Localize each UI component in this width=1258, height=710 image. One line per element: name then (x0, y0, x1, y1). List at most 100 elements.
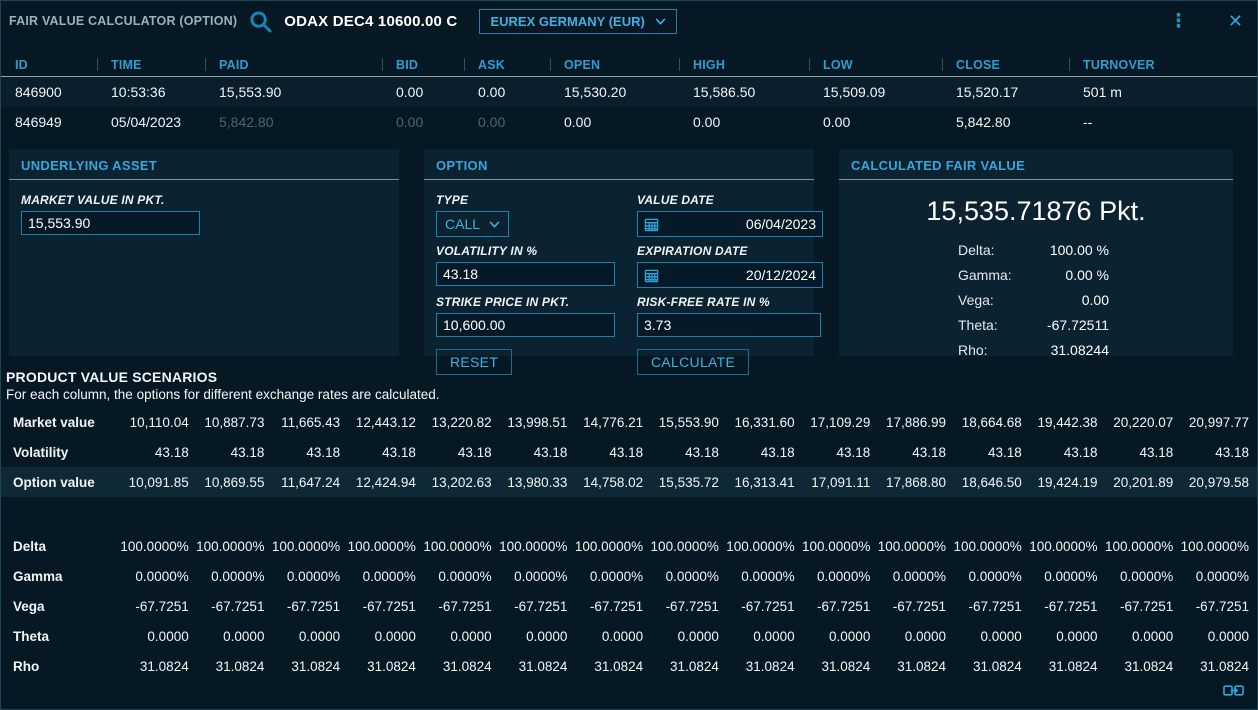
reset-button[interactable]: RESET (436, 349, 512, 375)
exchange-select[interactable]: EUREX GERMANY (EUR) (479, 9, 676, 34)
window-title: FAIR VALUE CALCULATOR (OPTION) (9, 14, 237, 28)
scenarios-subtitle: For each column, the options for differe… (6, 387, 1257, 402)
greek-value: 0.00 (1082, 292, 1109, 308)
scenario-cell: 0.0000% (946, 569, 1022, 584)
scenario-row-label: Vega (13, 599, 113, 614)
value-date-value: 06/04/2023 (746, 216, 816, 232)
risk-free-rate-input[interactable] (637, 313, 821, 337)
fair-value-result: 15,535.71876 Pkt. (851, 196, 1221, 227)
scenario-cell: 20,979.58 (1173, 475, 1249, 490)
fair-value-calculator-window: FAIR VALUE CALCULATOR (OPTION) ODAX DEC4… (0, 0, 1258, 710)
table-cell: -- (1083, 114, 1257, 130)
scenario-cell: -67.7251 (870, 599, 946, 614)
table-cell: 0.00 (564, 114, 693, 130)
scenario-cell: 0.0000% (1098, 569, 1174, 584)
scenario-cell: 0.0000% (1022, 569, 1098, 584)
scenario-cell: 17,886.99 (870, 415, 946, 430)
table-row[interactable]: 84694905/04/20235,842.800.000.000.000.00… (1, 107, 1257, 137)
close-icon[interactable]: ✕ (1228, 12, 1243, 30)
strike-price-label: STRIKE PRICE IN PKT. (436, 295, 621, 309)
scenario-row: Delta100.0000%100.0000%100.0000%100.0000… (1, 531, 1257, 561)
scenario-cell: 43.18 (870, 445, 946, 460)
scenario-row: Theta0.00000.00000.00000.00000.00000.000… (1, 621, 1257, 651)
scenario-row: Volatility43.1843.1843.1843.1843.1843.18… (1, 437, 1257, 467)
scenario-cell: 17,091.11 (795, 475, 871, 490)
expiration-date-label: EXPIRATION DATE (637, 244, 813, 258)
scenario-cell: 100.0000% (492, 539, 568, 554)
volatility-input[interactable] (436, 262, 615, 286)
scenario-row: Market value10,110.0410,887.7311,665.431… (1, 407, 1257, 437)
market-value-label: MARKET VALUE IN PKT. (21, 193, 387, 207)
scenario-cell: 31.0824 (643, 659, 719, 674)
type-label: TYPE (436, 193, 621, 207)
quote-table: IDTIMEPAIDBIDASKOPENHIGHLOWCLOSETURNOVER… (1, 53, 1257, 137)
scenario-cell: 100.0000% (795, 539, 871, 554)
strike-price-input[interactable] (436, 313, 615, 337)
scenario-cell: 100.0000% (643, 539, 719, 554)
chevron-down-icon (655, 18, 666, 25)
scenario-cell: 11,647.24 (264, 475, 340, 490)
scenario-cell: 100.0000% (340, 539, 416, 554)
scenario-cell: -67.7251 (946, 599, 1022, 614)
table-cell: 15,530.20 (564, 84, 693, 100)
scenario-cell: 0.0000 (643, 629, 719, 644)
exchange-select-value: EUREX GERMANY (EUR) (490, 14, 644, 29)
scenario-cell: 0.0000% (340, 569, 416, 584)
scenario-cell: 31.0824 (870, 659, 946, 674)
scenario-cell: 0.0000 (416, 629, 492, 644)
option-type-select[interactable]: CALL (436, 211, 509, 237)
scenario-cell: 0.0000% (719, 569, 795, 584)
scenario-cell: 19,442.38 (1022, 415, 1098, 430)
scenario-cell: 43.18 (340, 445, 416, 460)
calendar-icon (644, 268, 659, 283)
kebab-menu-icon[interactable]: ⋮ (1163, 12, 1194, 31)
table-cell: 15,586.50 (693, 84, 823, 100)
scenario-row-label: Option value (13, 475, 113, 490)
table-cell: 05/04/2023 (111, 114, 219, 130)
table-cell: 0.00 (396, 84, 478, 100)
column-header: TIME (111, 58, 219, 72)
quote-table-header: IDTIMEPAIDBIDASKOPENHIGHLOWCLOSETURNOVER (1, 53, 1257, 77)
scenario-cell: -67.7251 (416, 599, 492, 614)
expiration-date-value: 20/12/2024 (746, 267, 816, 283)
scenario-cell: 0.0000% (1173, 569, 1249, 584)
scenario-cell: 31.0824 (189, 659, 265, 674)
link-icon[interactable] (1223, 684, 1244, 702)
column-header: PAID (219, 58, 396, 72)
scenario-cell: 43.18 (1173, 445, 1249, 460)
table-cell: 501 m (1083, 84, 1257, 100)
search-icon[interactable] (249, 10, 272, 33)
value-date-input[interactable]: 06/04/2023 (637, 211, 823, 237)
scenario-cell: 0.0000% (264, 569, 340, 584)
scenario-cell: -67.7251 (264, 599, 340, 614)
risk-free-rate-label: RISK-FREE RATE IN % (637, 295, 813, 309)
scenario-cell: 15,535.72 (643, 475, 719, 490)
table-row[interactable]: 84690010:53:3615,553.900.000.0015,530.20… (1, 77, 1257, 107)
scenario-cell: 13,980.33 (492, 475, 568, 490)
greek-value: 31.08244 (1051, 342, 1109, 358)
table-cell: 15,553.90 (219, 84, 396, 100)
calculate-button[interactable]: CALCULATE (637, 349, 749, 375)
column-header: HIGH (693, 58, 823, 72)
scenario-row-label: Market value (13, 415, 113, 430)
scenario-cell: 100.0000% (1022, 539, 1098, 554)
scenario-row: Option value10,091.8510,869.5511,647.241… (1, 467, 1257, 497)
value-date-label: VALUE DATE (637, 193, 813, 207)
scenario-cell: 31.0824 (492, 659, 568, 674)
column-header: OPEN (564, 58, 693, 72)
market-value-input[interactable] (21, 211, 200, 235)
scenario-cell: 12,424.94 (340, 475, 416, 490)
scenario-row-label: Theta (13, 629, 113, 644)
scenario-cell: 0.0000% (643, 569, 719, 584)
scenario-row: Vega-67.7251-67.7251-67.7251-67.7251-67.… (1, 591, 1257, 621)
column-header: LOW (823, 58, 956, 72)
scenario-row: Rho31.082431.082431.082431.082431.082431… (1, 651, 1257, 681)
scenario-cell: 100.0000% (946, 539, 1022, 554)
scenario-cell: 43.18 (1098, 445, 1174, 460)
scenario-cell: 31.0824 (1098, 659, 1174, 674)
quote-table-body: 84690010:53:3615,553.900.000.0015,530.20… (1, 77, 1257, 137)
scenario-cell: 43.18 (946, 445, 1022, 460)
scenario-cell: 0.0000 (719, 629, 795, 644)
scenario-cell: -67.7251 (567, 599, 643, 614)
expiration-date-input[interactable]: 20/12/2024 (637, 262, 823, 288)
